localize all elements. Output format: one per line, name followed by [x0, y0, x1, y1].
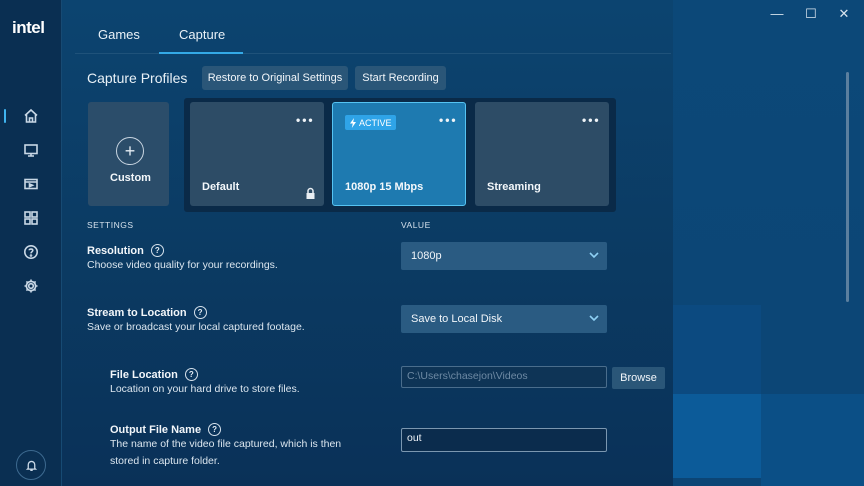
decor-block — [761, 394, 864, 486]
more-options-icon[interactable]: ••• — [582, 113, 601, 127]
gear-icon[interactable] — [20, 275, 42, 297]
close-button[interactable]: ✕ — [834, 6, 854, 22]
file-location-description: Location on your hard drive to store fil… — [110, 383, 300, 395]
home-icon[interactable] — [20, 105, 42, 127]
output-name-input[interactable]: out — [401, 428, 607, 452]
lock-icon — [306, 187, 315, 199]
maximize-button[interactable]: ☐ — [801, 6, 821, 22]
file-location-field: C:\Users\chasejon\Videos — [401, 366, 607, 388]
profile-card-label: Default — [202, 181, 240, 193]
profile-card-label: Streaming — [487, 181, 541, 193]
tab-games[interactable]: Games — [98, 27, 140, 42]
output-name-description-line1: The name of the video file captured, whi… — [110, 438, 342, 450]
help-icon[interactable]: ? — [208, 423, 222, 436]
value-header: VALUE — [401, 220, 431, 230]
notifications-button[interactable] — [16, 450, 46, 480]
resolution-description: Choose video quality for your recordings… — [87, 259, 278, 271]
custom-label: Custom — [110, 172, 151, 184]
right-panel — [673, 0, 864, 486]
help-icon[interactable]: ? — [184, 368, 198, 381]
intel-logo: intel — [12, 18, 45, 37]
stream-location-title: Stream to Location ? — [87, 306, 207, 319]
output-name-description-line2: stored in capture folder. — [110, 455, 220, 467]
plus-icon: + — [116, 137, 144, 165]
resolution-label: Resolution — [87, 244, 144, 257]
settings-header: SETTINGS — [87, 220, 134, 230]
stream-location-label: Stream to Location — [87, 306, 187, 319]
apps-grid-icon[interactable] — [20, 207, 42, 229]
decor-block — [673, 394, 761, 478]
restore-settings-button[interactable]: Restore to Original Settings — [202, 66, 348, 90]
video-icon[interactable] — [20, 173, 42, 195]
profile-card-label: 1080p 15 Mbps — [345, 181, 424, 193]
stream-location-select[interactable]: Save to Local Disk — [401, 305, 607, 333]
resolution-select[interactable]: 1080p — [401, 242, 607, 270]
browse-button[interactable]: Browse — [612, 367, 665, 389]
capture-profiles-title: Capture Profiles — [87, 70, 188, 86]
output-name-label: Output File Name — [110, 423, 202, 436]
help-icon[interactable]: ? — [193, 306, 207, 319]
lightning-icon — [350, 117, 356, 128]
output-name-title: Output File Name ? — [110, 423, 222, 436]
help-icon[interactable] — [20, 241, 42, 263]
active-badge: ACTIVE — [345, 115, 396, 130]
file-location-title: File Location ? — [110, 368, 198, 381]
more-options-icon[interactable]: ••• — [439, 113, 458, 127]
minimize-button[interactable]: — — [767, 6, 787, 21]
chevron-down-icon — [589, 250, 599, 260]
stream-location-value: Save to Local Disk — [411, 313, 503, 325]
active-badge-text: ACTIVE — [359, 117, 392, 128]
chevron-down-icon — [589, 313, 599, 323]
bell-icon — [25, 460, 37, 471]
start-recording-button[interactable]: Start Recording — [355, 66, 446, 90]
resolution-value: 1080p — [411, 250, 442, 262]
more-options-icon[interactable]: ••• — [296, 113, 315, 127]
active-indicator — [4, 109, 6, 123]
help-icon[interactable]: ? — [150, 244, 164, 257]
monitor-icon[interactable] — [20, 139, 42, 161]
decor-block — [673, 305, 761, 394]
resolution-title: Resolution ? — [87, 244, 164, 257]
tab-capture[interactable]: Capture — [179, 27, 225, 42]
scrollbar[interactable] — [846, 72, 849, 302]
stream-location-description: Save or broadcast your local captured fo… — [87, 321, 305, 333]
file-location-label: File Location — [110, 368, 178, 381]
sidebar: intel — [0, 0, 62, 486]
tab-active-underline — [159, 52, 243, 54]
